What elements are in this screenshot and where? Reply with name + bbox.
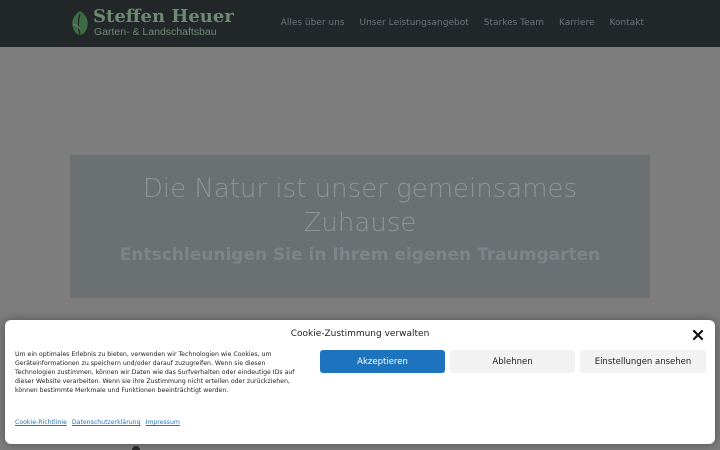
nav-item-about[interactable]: Alles über uns — [281, 17, 345, 29]
cookie-title: Cookie-Zustimmung verwalten — [290, 329, 430, 339]
cookie-consent-dialog: Cookie-Zustimmung verwalten Um ein optim… — [5, 320, 715, 444]
carousel-dot[interactable] — [132, 446, 140, 450]
close-icon[interactable] — [691, 328, 705, 342]
site-logo[interactable]: Steffen Heuer Garten- & Landschaftsbau — [69, 7, 234, 39]
settings-button[interactable]: Einstellungen ansehen — [580, 350, 706, 373]
accept-button[interactable]: Akzeptieren — [320, 350, 445, 373]
main-nav: Alles über uns Unser Leistungsangebot St… — [281, 17, 644, 29]
nav-item-contact[interactable]: Kontakt — [610, 17, 644, 29]
brand-name: Steffen Heuer — [93, 6, 234, 27]
brand-tagline: Garten- & Landschaftsbau — [94, 26, 217, 38]
site-header: Steffen Heuer Garten- & Landschaftsbau A… — [0, 0, 720, 47]
nav-item-career[interactable]: Karriere — [559, 17, 595, 29]
hero-title: Die Natur ist unser gemeinsames Zuhause — [142, 174, 578, 238]
cookie-links: Cookie-Richtlinie Datenschutzerklärung I… — [15, 419, 180, 426]
imprint-link[interactable]: Impressum — [146, 419, 180, 426]
leaf-icon — [72, 11, 88, 36]
nav-item-services[interactable]: Unser Leistungsangebot — [360, 17, 469, 29]
deny-button[interactable]: Ablehnen — [450, 350, 575, 373]
privacy-policy-link[interactable]: Datenschutzerklärung — [72, 419, 141, 426]
hero-banner: Die Natur ist unser gemeinsames Zuhause … — [70, 155, 650, 298]
hero-subtitle: Entschleunigen Sie in Ihrem eigenen Trau… — [119, 245, 601, 265]
nav-item-team[interactable]: Starkes Team — [484, 17, 544, 29]
cookie-policy-link[interactable]: Cookie-Richtlinie — [15, 419, 67, 426]
cookie-description: Um ein optimales Erlebnis zu bieten, ver… — [15, 351, 295, 394]
